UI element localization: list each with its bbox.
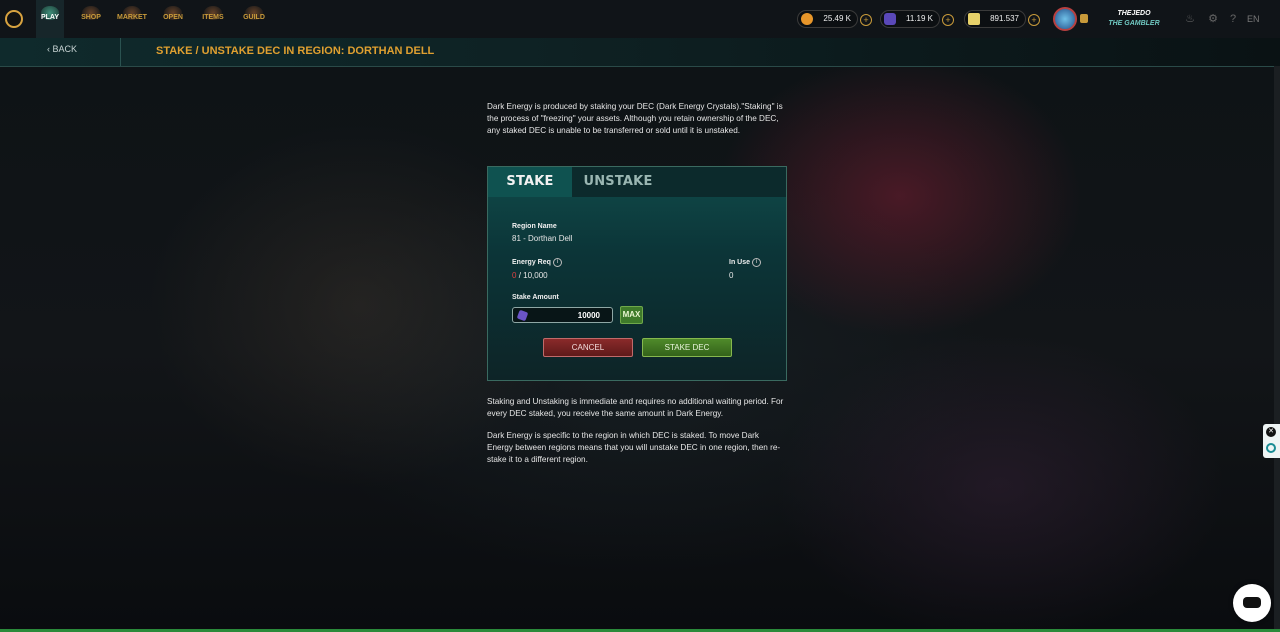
cancel-button[interactable]: CANCEL: [543, 338, 633, 357]
nav-open[interactable]: OPEN: [160, 0, 186, 38]
side-widget: ✕: [1263, 424, 1280, 458]
credits-coin-icon: [801, 13, 813, 25]
stake-panel: STAKE UNSTAKE Region Name 81 - Dorthan D…: [487, 166, 787, 381]
add-dec-plus-icon[interactable]: +: [942, 14, 954, 26]
staking-note: Staking and Unstaking is immediate and r…: [487, 397, 784, 418]
close-icon[interactable]: ✕: [1266, 427, 1276, 437]
game-logo-icon[interactable]: [5, 10, 23, 28]
energy-req-value: 0 / 10,000: [512, 271, 548, 280]
sound-icon[interactable]: ♨: [1184, 13, 1196, 25]
help-icon[interactable]: ?: [1227, 13, 1239, 25]
tab-stake[interactable]: STAKE: [488, 167, 572, 197]
intro-text: Dark Energy is produced by staking your …: [487, 102, 783, 135]
info-icon[interactable]: i: [752, 258, 762, 267]
scrollbar[interactable]: [1274, 66, 1280, 632]
stake-tabs: STAKE UNSTAKE: [488, 167, 786, 197]
chat-bubble-icon: [1243, 597, 1261, 608]
energy-req-label: Energy Req i: [512, 258, 562, 267]
credits-balance: 25.49 K +: [797, 10, 872, 28]
language-selector[interactable]: EN: [1247, 14, 1260, 24]
add-credits-plus-icon[interactable]: +: [860, 14, 872, 26]
stake-amount-input[interactable]: 10000: [512, 307, 613, 323]
stake-amount-label: Stake Amount: [512, 294, 559, 301]
in-use-value: 0: [729, 271, 734, 280]
page-title: STAKE / UNSTAKE DEC IN REGION: DORTHAN D…: [156, 45, 435, 57]
user-title: THE GAMBLER: [1108, 20, 1160, 27]
nav-items[interactable]: ITEMS: [200, 0, 226, 38]
add-sps-plus-icon[interactable]: +: [1028, 14, 1040, 26]
chevron-left-icon: ‹: [47, 44, 50, 54]
dec-crystal-icon: [884, 13, 896, 25]
tab-unstake[interactable]: UNSTAKE: [572, 167, 664, 197]
back-button[interactable]: ‹ BACK: [47, 44, 77, 54]
sps-token-icon: [968, 13, 980, 25]
region-name-label: Region Name: [512, 223, 557, 230]
sps-balance: 891.537 +: [964, 10, 1040, 28]
user-avatar[interactable]: [1053, 7, 1077, 31]
widget-icon[interactable]: [1266, 443, 1276, 453]
chat-button[interactable]: [1233, 584, 1271, 622]
region-name-value: 81 - Dorthan Dell: [512, 234, 573, 243]
username[interactable]: THEJEDO: [1098, 10, 1170, 17]
info-icon[interactable]: i: [552, 258, 562, 267]
in-use-label: In Use i: [729, 258, 762, 267]
region-note: Dark Energy is specific to the region in…: [487, 431, 781, 464]
header-divider: [120, 38, 121, 66]
nav-play[interactable]: PLAY: [36, 0, 64, 38]
nav-market[interactable]: MARKET: [116, 0, 148, 38]
stake-dec-button[interactable]: STAKE DEC: [642, 338, 732, 357]
top-navigation-bar: PLAY SHOP MARKET OPEN ITEMS GUILD 25.49 …: [0, 0, 1280, 39]
max-button[interactable]: MAX: [620, 306, 643, 324]
page-header: ‹ BACK STAKE / UNSTAKE DEC IN REGION: DO…: [0, 38, 1280, 67]
dec-crystal-icon: [516, 309, 529, 322]
settings-gear-icon[interactable]: ⚙: [1207, 13, 1219, 25]
nav-shop[interactable]: SHOP: [78, 0, 104, 38]
dec-balance: 11.19 K +: [880, 10, 954, 28]
nav-guild[interactable]: GUILD: [241, 0, 267, 38]
rank-badge-icon: [1080, 14, 1088, 23]
